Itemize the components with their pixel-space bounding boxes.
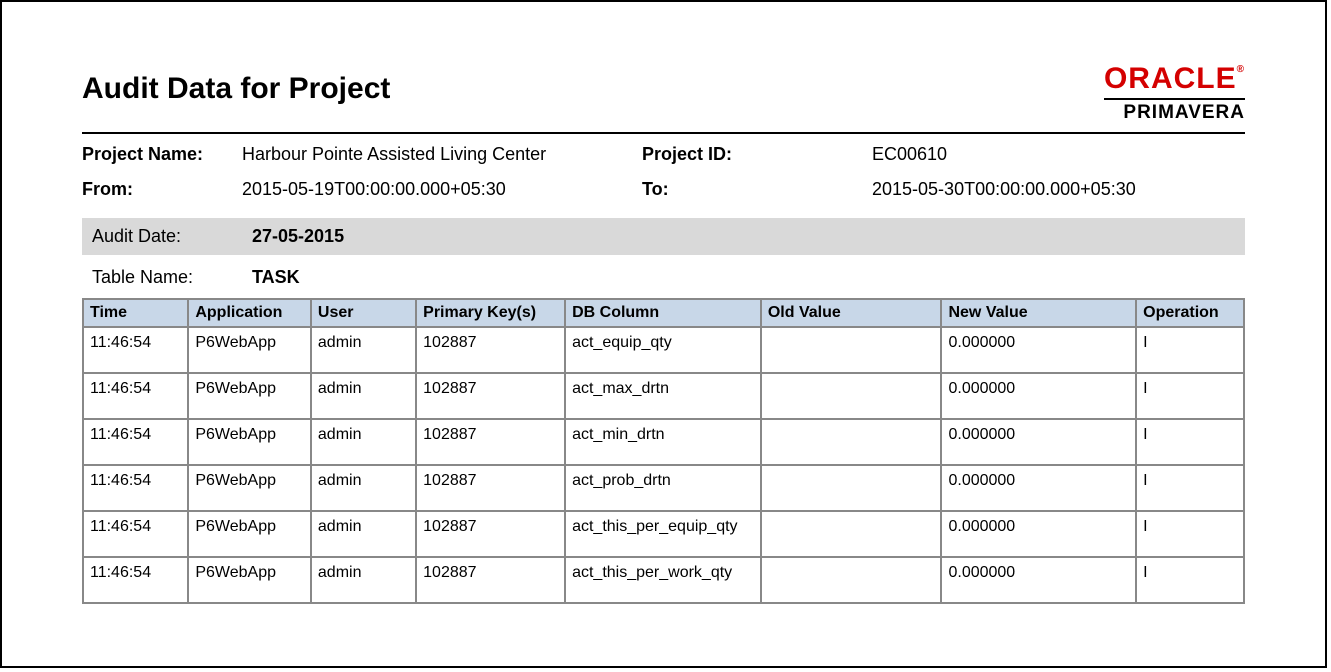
report-title: Audit Data for Project bbox=[82, 72, 390, 106]
cell-primary-key: 102887 bbox=[416, 557, 565, 603]
primavera-wordmark: PRIMAVERA bbox=[1104, 98, 1245, 124]
table-row: 11:46:54P6WebAppadmin102887act_max_drtn 0… bbox=[83, 373, 1244, 419]
cell-new-value: 0.000000 bbox=[941, 327, 1136, 373]
cell-application: P6WebApp bbox=[188, 557, 311, 603]
cell-primary-key: 102887 bbox=[416, 511, 565, 557]
cell-application: P6WebApp bbox=[188, 327, 311, 373]
cell-old-value bbox=[761, 511, 942, 557]
oracle-primavera-logo: ORACLE® PRIMAVERA bbox=[1104, 62, 1245, 124]
project-name-label: Project Name: bbox=[82, 144, 242, 165]
cell-old-value bbox=[761, 327, 942, 373]
cell-operation: I bbox=[1136, 419, 1244, 465]
table-row: 11:46:54P6WebAppadmin102887act_min_drtn 0… bbox=[83, 419, 1244, 465]
cell-primary-key: 102887 bbox=[416, 465, 565, 511]
cell-db-column: act_prob_drtn bbox=[565, 465, 761, 511]
oracle-wordmark: ORACLE® bbox=[1104, 62, 1245, 96]
cell-application: P6WebApp bbox=[188, 511, 311, 557]
audit-table: Time Application User Primary Key(s) DB … bbox=[82, 298, 1245, 604]
project-id-label: Project ID: bbox=[642, 144, 872, 165]
cell-time: 11:46:54 bbox=[83, 373, 188, 419]
header-divider bbox=[82, 132, 1245, 134]
cell-new-value: 0.000000 bbox=[941, 419, 1136, 465]
table-name-row: Table Name: TASK bbox=[82, 267, 1245, 288]
cell-old-value bbox=[761, 419, 942, 465]
table-name-value: TASK bbox=[252, 267, 300, 288]
cell-time: 11:46:54 bbox=[83, 557, 188, 603]
cell-old-value bbox=[761, 373, 942, 419]
project-name-value: Harbour Pointe Assisted Living Center bbox=[242, 144, 642, 165]
table-name-label: Table Name: bbox=[92, 267, 252, 288]
cell-user: admin bbox=[311, 419, 416, 465]
cell-application: P6WebApp bbox=[188, 465, 311, 511]
cell-application: P6WebApp bbox=[188, 419, 311, 465]
project-meta: Project Name: Harbour Pointe Assisted Li… bbox=[82, 144, 1245, 200]
report-page: Audit Data for Project ORACLE® PRIMAVERA… bbox=[0, 0, 1327, 668]
audit-table-header-row: Time Application User Primary Key(s) DB … bbox=[83, 299, 1244, 327]
to-label: To: bbox=[642, 179, 872, 200]
cell-application: P6WebApp bbox=[188, 373, 311, 419]
cell-primary-key: 102887 bbox=[416, 419, 565, 465]
report-header: Audit Data for Project ORACLE® PRIMAVERA bbox=[82, 52, 1245, 124]
col-header-time: Time bbox=[83, 299, 188, 327]
cell-db-column: act_min_drtn bbox=[565, 419, 761, 465]
cell-user: admin bbox=[311, 373, 416, 419]
cell-time: 11:46:54 bbox=[83, 465, 188, 511]
from-label: From: bbox=[82, 179, 242, 200]
cell-old-value bbox=[761, 557, 942, 603]
cell-db-column: act_equip_qty bbox=[565, 327, 761, 373]
col-header-new-value: New Value bbox=[941, 299, 1136, 327]
cell-time: 11:46:54 bbox=[83, 511, 188, 557]
cell-operation: I bbox=[1136, 511, 1244, 557]
cell-user: admin bbox=[311, 557, 416, 603]
col-header-primary-keys: Primary Key(s) bbox=[416, 299, 565, 327]
cell-new-value: 0.000000 bbox=[941, 465, 1136, 511]
cell-operation: I bbox=[1136, 465, 1244, 511]
table-row: 11:46:54P6WebAppadmin102887act_prob_drtn… bbox=[83, 465, 1244, 511]
col-header-application: Application bbox=[188, 299, 311, 327]
table-row: 11:46:54P6WebAppadmin102887act_equip_qty… bbox=[83, 327, 1244, 373]
to-value: 2015-05-30T00:00:00.000+05:30 bbox=[872, 179, 1245, 200]
audit-date-label: Audit Date: bbox=[92, 226, 252, 247]
cell-user: admin bbox=[311, 327, 416, 373]
cell-new-value: 0.000000 bbox=[941, 373, 1136, 419]
audit-date-bar: Audit Date: 27-05-2015 bbox=[82, 218, 1245, 255]
cell-db-column: act_this_per_equip_qty bbox=[565, 511, 761, 557]
cell-new-value: 0.000000 bbox=[941, 511, 1136, 557]
col-header-db-column: DB Column bbox=[565, 299, 761, 327]
cell-db-column: act_max_drtn bbox=[565, 373, 761, 419]
cell-old-value bbox=[761, 465, 942, 511]
cell-primary-key: 102887 bbox=[416, 327, 565, 373]
cell-user: admin bbox=[311, 465, 416, 511]
col-header-operation: Operation bbox=[1136, 299, 1244, 327]
project-id-value: EC00610 bbox=[872, 144, 1245, 165]
cell-time: 11:46:54 bbox=[83, 419, 188, 465]
cell-primary-key: 102887 bbox=[416, 373, 565, 419]
cell-operation: I bbox=[1136, 327, 1244, 373]
report-content: Audit Data for Project ORACLE® PRIMAVERA… bbox=[2, 2, 1325, 604]
cell-time: 11:46:54 bbox=[83, 327, 188, 373]
col-header-user: User bbox=[311, 299, 416, 327]
from-value: 2015-05-19T00:00:00.000+05:30 bbox=[242, 179, 642, 200]
cell-operation: I bbox=[1136, 373, 1244, 419]
cell-new-value: 0.000000 bbox=[941, 557, 1136, 603]
table-row: 11:46:54P6WebAppadmin102887act_this_per_… bbox=[83, 557, 1244, 603]
table-row: 11:46:54P6WebAppadmin102887act_this_per_… bbox=[83, 511, 1244, 557]
cell-operation: I bbox=[1136, 557, 1244, 603]
col-header-old-value: Old Value bbox=[761, 299, 942, 327]
cell-db-column: act_this_per_work_qty bbox=[565, 557, 761, 603]
audit-date-value: 27-05-2015 bbox=[252, 226, 344, 247]
cell-user: admin bbox=[311, 511, 416, 557]
